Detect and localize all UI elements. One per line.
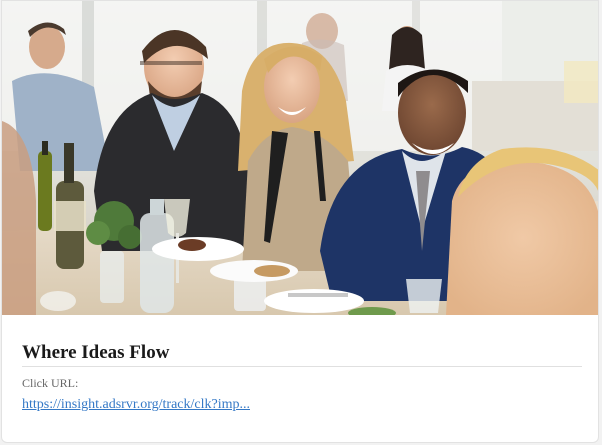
click-url-link[interactable]: https://insight.adsrvr.org/track/clk?imp…: [22, 396, 250, 413]
card-content: Where Ideas Flow Click URL: https://insi…: [22, 315, 582, 413]
ad-card: Where Ideas Flow Click URL: https://insi…: [1, 0, 599, 443]
restaurant-photo-icon: [2, 1, 598, 315]
hero-image[interactable]: [2, 1, 598, 315]
card-title[interactable]: Where Ideas Flow: [22, 342, 582, 367]
click-url-label: Click URL:: [22, 376, 79, 390]
